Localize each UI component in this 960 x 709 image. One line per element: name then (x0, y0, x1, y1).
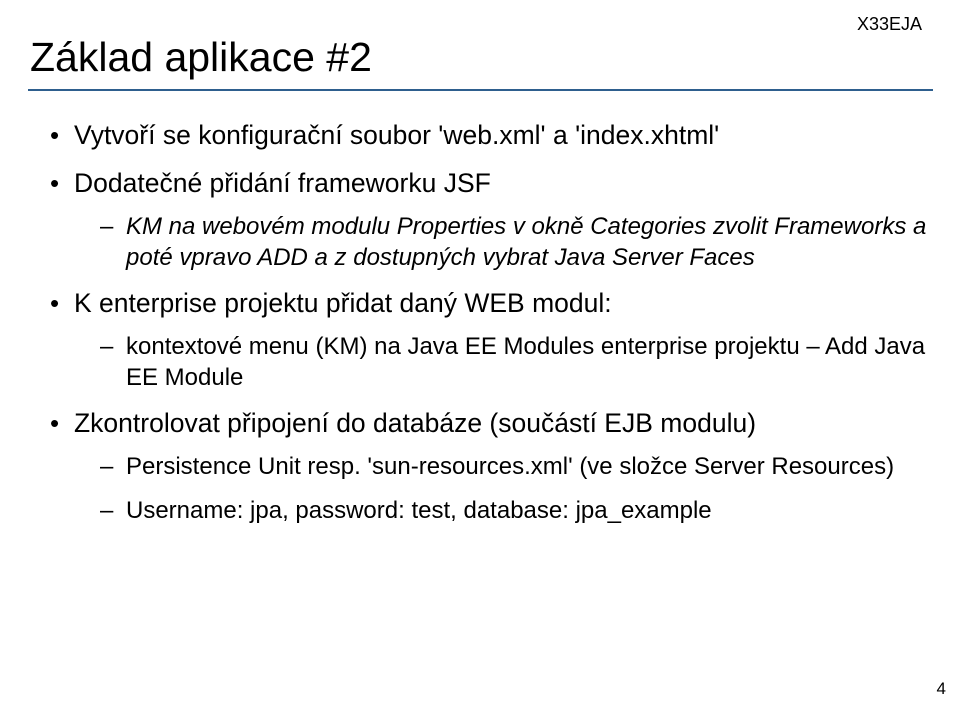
sub-bullet-item: kontextové menu (KM) na Java EE Modules … (98, 331, 928, 393)
sub-bullet-item: KM na webovém modulu Properties v okně C… (98, 211, 928, 273)
bullet-item: Zkontrolovat připojení do databáze (souč… (44, 407, 928, 525)
bullet-text: Dodatečné přidání frameworku JSF (74, 168, 491, 198)
slide-title: Základ aplikace #2 (30, 34, 928, 81)
sub-bullet-list: kontextové menu (KM) na Java EE Modules … (98, 331, 928, 393)
bullet-item: Dodatečné přidání frameworku JSF KM na w… (44, 167, 928, 273)
bullet-text: Vytvoří se konfigurační soubor 'web.xml'… (74, 120, 719, 150)
title-divider (28, 89, 933, 91)
slide-content: Vytvoří se konfigurační soubor 'web.xml'… (44, 119, 928, 526)
sub-bullet-text: KM na webovém modulu Properties v okně C… (126, 213, 926, 271)
bullet-item: Vytvoří se konfigurační soubor 'web.xml'… (44, 119, 928, 153)
sub-bullet-item: Username: jpa, password: test, database:… (98, 495, 928, 526)
sub-bullet-item: Persistence Unit resp. 'sun-resources.xm… (98, 451, 928, 482)
bullet-text: Zkontrolovat připojení do databáze (souč… (74, 408, 756, 438)
sub-bullet-list: Persistence Unit resp. 'sun-resources.xm… (98, 451, 928, 525)
header-code: X33EJA (857, 14, 922, 35)
sub-bullet-text: kontextové menu (KM) na Java EE Modules … (126, 333, 925, 391)
sub-bullet-text: Username: jpa, password: test, database:… (126, 497, 712, 524)
sub-bullet-list: KM na webovém modulu Properties v okně C… (98, 211, 928, 273)
page-number: 4 (937, 679, 946, 699)
bullet-text: K enterprise projektu přidat daný WEB mo… (74, 288, 612, 318)
slide: X33EJA Základ aplikace #2 Vytvoří se kon… (0, 0, 960, 709)
sub-bullet-text: Persistence Unit resp. 'sun-resources.xm… (126, 453, 894, 480)
bullet-item: K enterprise projektu přidat daný WEB mo… (44, 287, 928, 393)
bullet-list: Vytvoří se konfigurační soubor 'web.xml'… (44, 119, 928, 526)
